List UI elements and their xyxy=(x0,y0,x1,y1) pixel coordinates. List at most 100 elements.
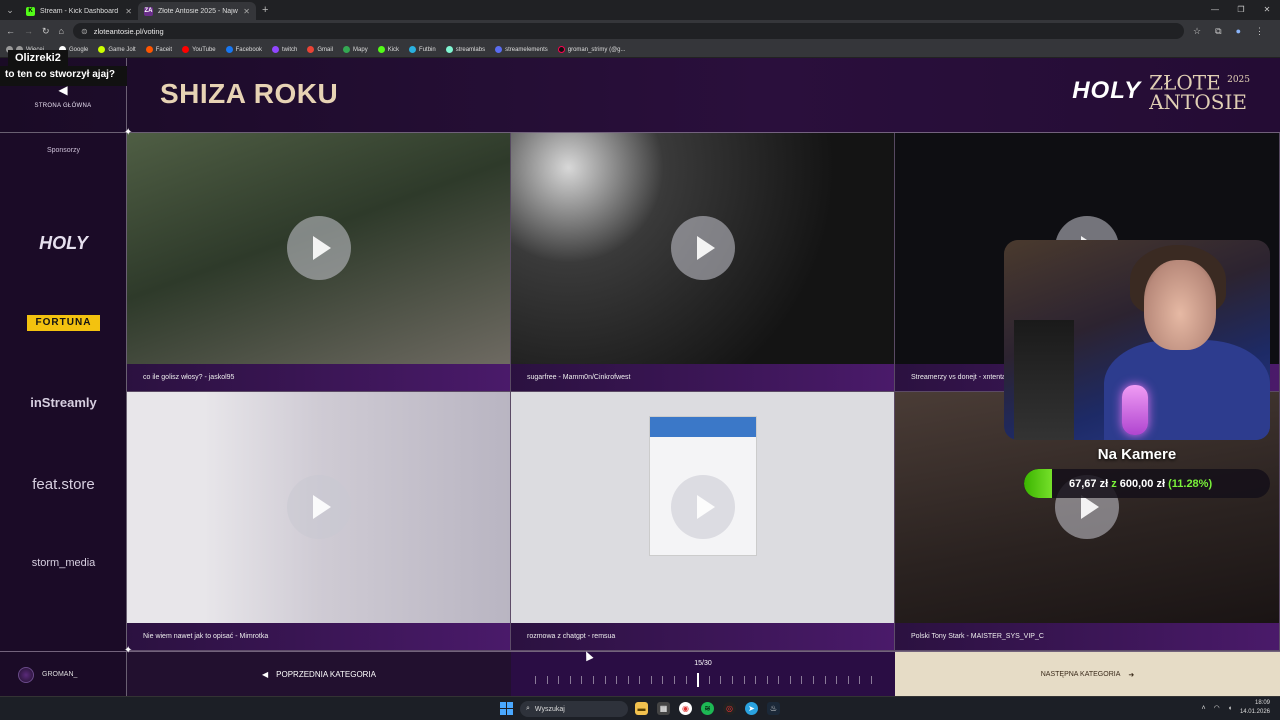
progress-ticks xyxy=(535,673,872,687)
chrome-icon[interactable]: ◉ xyxy=(679,702,692,715)
forward-icon[interactable]: → xyxy=(24,26,33,36)
close-window-icon[interactable]: ✕ xyxy=(1254,0,1280,20)
maximize-icon[interactable]: ❐ xyxy=(1228,0,1254,20)
youtube-icon xyxy=(182,46,190,53)
page-footer: GROMAN_ ◀ POPRZEDNIA KATEGORIA 15/30 NAS… xyxy=(0,651,1280,697)
kick-icon xyxy=(377,46,385,53)
webcam-background xyxy=(1014,320,1074,440)
network-icon[interactable]: ◠ xyxy=(1214,704,1220,712)
windows-start-icon[interactable] xyxy=(500,702,513,715)
video-title: Polski Tony Stark - MAISTER_SYS_VIP_C xyxy=(895,623,1279,650)
arrow-right-icon: ➜ xyxy=(1128,671,1135,679)
video-title: co ile golisz włosy? - jaskol95 xyxy=(127,364,510,391)
tab-zlote-antosie[interactable]: ZA Złote Antosie 2025 - Największ ✕ xyxy=(138,2,256,20)
futbin-icon xyxy=(409,46,417,53)
telegram-icon[interactable]: ➤ xyxy=(745,702,758,715)
bookmark-star-icon[interactable]: ☆ xyxy=(1193,26,1201,37)
progress-tick xyxy=(743,676,745,684)
progress-tick xyxy=(674,676,676,684)
bookmark-streamelements[interactable]: streamelements xyxy=(495,46,548,53)
video-card[interactable]: co ile golisz włosy? - jaskol95 xyxy=(127,133,511,392)
bookmark-label: Gmail xyxy=(317,46,334,53)
microphone-icon xyxy=(1122,385,1148,435)
progress-tick xyxy=(592,676,594,684)
video-card[interactable]: Nie wiem nawet jak to opisać - Mimrotka xyxy=(127,392,511,651)
back-icon[interactable]: ← xyxy=(6,26,15,36)
home-icon[interactable]: ⌂ xyxy=(59,26,64,36)
progress-tick xyxy=(627,676,629,684)
progress-tick xyxy=(836,676,838,684)
sponsor-featstore-logo[interactable]: feat.store xyxy=(0,476,127,493)
bookmark-game-jolt[interactable]: Game Jolt xyxy=(98,46,136,53)
bookmark-mapy[interactable]: Mapy xyxy=(343,46,368,53)
url-bar[interactable]: ⊜ zloteantosie.pl/voting xyxy=(72,23,1185,39)
bookmark-kick[interactable]: Kick xyxy=(377,46,399,53)
sponsor-holy-logo[interactable]: HOLY xyxy=(0,233,127,254)
extensions-icon[interactable]: ⧉ xyxy=(1215,26,1221,37)
progress-tick xyxy=(581,676,583,684)
bookmark-tiktok[interactable]: groman_strimy (@g... xyxy=(557,46,626,53)
next-category-label: NASTĘPNA KATEGORIA xyxy=(1040,671,1121,678)
video-card[interactable]: rozmowa z chatgpt - remsua xyxy=(511,392,895,651)
progress-tick xyxy=(708,676,710,684)
progress-tick xyxy=(604,676,606,684)
file-explorer-icon[interactable]: ▬ xyxy=(635,702,648,715)
next-category-button[interactable]: NASTĘPNA KATEGORIA ➜ xyxy=(895,652,1280,697)
play-icon[interactable] xyxy=(670,475,735,539)
bookmark-label: Futbin xyxy=(419,46,436,53)
app-icon[interactable]: ◎ xyxy=(723,702,736,715)
sponsors-heading: Sponsorzy xyxy=(46,147,81,154)
video-title: sugarfree - Mamm0n/Cinkrofwest xyxy=(511,364,894,391)
browser-menu-icon[interactable]: ⋮ xyxy=(1255,26,1264,37)
volume-icon[interactable]: ◖ xyxy=(1228,705,1232,712)
steam-icon[interactable]: ♨ xyxy=(767,702,780,715)
progress-tick xyxy=(778,676,780,684)
spotify-icon[interactable]: ≋ xyxy=(701,702,714,715)
category-progress: 15/30 xyxy=(511,652,895,697)
progress-tick xyxy=(697,673,700,687)
url-text: zloteantosie.pl/voting xyxy=(93,26,164,36)
corner-star-icon xyxy=(124,127,135,141)
play-icon[interactable] xyxy=(286,475,351,539)
webcam-goal-title: Na Kamere xyxy=(1097,446,1177,463)
bookmark-twitch[interactable]: twitch xyxy=(272,46,297,53)
profile-avatar-icon[interactable]: ● xyxy=(1236,26,1241,37)
tray-chevron-icon[interactable]: ˄ xyxy=(1202,705,1206,712)
kick-favicon-icon: K xyxy=(26,6,35,16)
new-tab-icon[interactable]: + xyxy=(262,4,268,16)
close-tab-icon[interactable]: ✕ xyxy=(243,7,250,16)
bookmark-facebook[interactable]: Facebook xyxy=(225,46,262,53)
tab-kick-dashboard[interactable]: K Stream - Kick Dashboard ✕ xyxy=(20,2,138,20)
sponsor-stormmedia-logo[interactable]: storm_media xyxy=(0,557,127,569)
sponsor-instreamly-logo[interactable]: inStreamly xyxy=(0,395,127,410)
corner-star-icon xyxy=(124,645,135,659)
video-card[interactable]: sugarfree - Mamm0n/Cinkrofwest xyxy=(511,133,895,392)
bookmark-futbin[interactable]: Futbin xyxy=(409,46,436,53)
windows-taskbar: ⌕ Wyszukaj ▬ ▦ ◉ ≋ ◎ ➤ ♨ ˄ ◠ ◖ 18:09 14.… xyxy=(0,696,1280,720)
progress-tick xyxy=(847,676,849,684)
bookmark-faceit[interactable]: Faceit xyxy=(145,46,172,53)
user-profile[interactable]: GROMAN_ xyxy=(0,652,127,697)
captcha-header xyxy=(650,417,756,437)
donation-goal-text: 67,67 zł z 600,00 zł (11.28%) xyxy=(1069,478,1212,490)
progress-tick xyxy=(558,676,560,684)
bookmark-streamlabs[interactable]: streamlabs xyxy=(445,46,485,53)
donation-goal-fill xyxy=(1024,469,1052,498)
play-icon[interactable] xyxy=(286,216,351,280)
goal-percent: (11.28%) xyxy=(1168,477,1213,490)
store-icon[interactable]: ▦ xyxy=(657,702,670,715)
site-info-icon[interactable]: ⊜ xyxy=(81,27,88,36)
close-tab-icon[interactable]: ✕ xyxy=(125,7,132,16)
taskbar-search[interactable]: ⌕ Wyszukaj xyxy=(520,701,628,717)
progress-tick xyxy=(789,676,791,684)
previous-category-button[interactable]: ◀ POPRZEDNIA KATEGORIA xyxy=(127,652,511,697)
clock[interactable]: 18:09 14.01.2026 xyxy=(1240,699,1270,717)
progress-tick xyxy=(569,676,571,684)
sponsor-fortuna-logo[interactable]: FORTUNA xyxy=(27,315,100,331)
bookmark-youtube[interactable]: YouTube xyxy=(182,46,216,53)
reload-icon[interactable]: ↻ xyxy=(42,26,50,37)
tab-search-icon[interactable]: ⌄ xyxy=(0,0,20,20)
bookmark-gmail[interactable]: Gmail xyxy=(307,46,333,53)
play-icon[interactable] xyxy=(670,216,735,280)
minimize-icon[interactable]: — xyxy=(1202,0,1228,20)
